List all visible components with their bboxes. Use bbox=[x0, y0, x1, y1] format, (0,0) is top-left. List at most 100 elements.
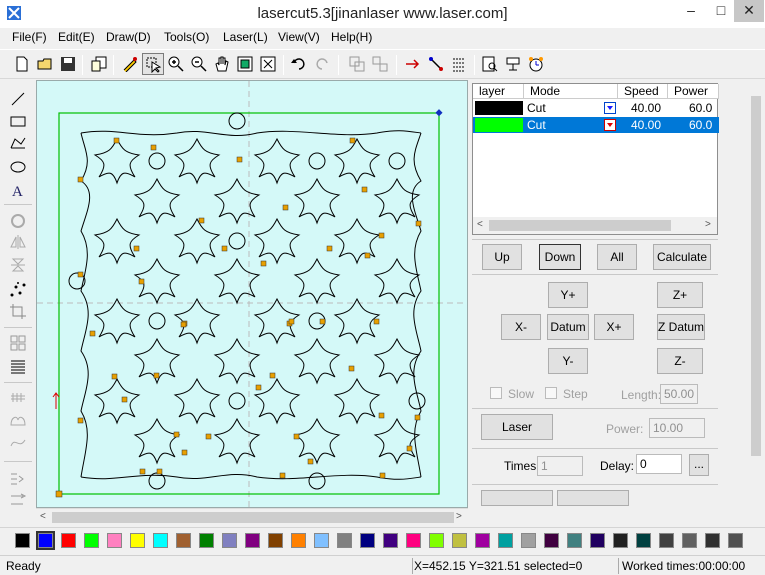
zoom-page-icon[interactable] bbox=[234, 53, 256, 75]
delay-field[interactable]: 0 bbox=[636, 454, 682, 474]
menu-laser[interactable]: Laser(L) bbox=[223, 30, 268, 44]
rotate-icon[interactable] bbox=[9, 211, 27, 229]
power-field[interactable]: 10.00 bbox=[649, 418, 705, 438]
palette-color-swatch[interactable] bbox=[590, 533, 605, 548]
zoom-fit-icon[interactable] bbox=[257, 53, 279, 75]
col-layer[interactable]: layer bbox=[473, 84, 524, 99]
panel-scroll-thumb[interactable] bbox=[751, 96, 761, 456]
close-button[interactable]: ✕ bbox=[734, 0, 764, 22]
z-datum-button[interactable]: Z Datum bbox=[657, 314, 705, 340]
drawing-canvas[interactable] bbox=[36, 80, 468, 508]
import-icon[interactable] bbox=[88, 53, 110, 75]
up-button[interactable]: Up bbox=[482, 244, 522, 270]
menu-edit[interactable]: Edit(E) bbox=[58, 30, 95, 44]
x-plus-button[interactable]: X+ bbox=[594, 314, 634, 340]
menu-help[interactable]: Help(H) bbox=[331, 30, 372, 44]
menu-draw[interactable]: Draw(D) bbox=[106, 30, 151, 44]
palette-color-swatch[interactable] bbox=[130, 533, 145, 548]
laser-button[interactable]: Laser bbox=[481, 414, 553, 440]
curve-icon[interactable] bbox=[9, 434, 27, 452]
text-icon[interactable]: A bbox=[9, 181, 27, 199]
palette-color-swatch[interactable] bbox=[337, 533, 352, 548]
array-icon[interactable] bbox=[448, 53, 470, 75]
palette-color-swatch[interactable] bbox=[659, 533, 674, 548]
mirror-h-icon[interactable] bbox=[9, 233, 27, 251]
layer-scroll-thumb[interactable] bbox=[489, 220, 671, 231]
z-minus-button[interactable]: Z- bbox=[657, 348, 703, 374]
palette-color-swatch[interactable] bbox=[107, 533, 122, 548]
z-plus-button[interactable]: Z+ bbox=[657, 282, 703, 308]
calculate-button[interactable]: Calculate bbox=[653, 244, 711, 270]
all-button[interactable]: All bbox=[597, 244, 637, 270]
palette-color-swatch[interactable] bbox=[15, 533, 30, 548]
laser-path-icon[interactable] bbox=[402, 53, 424, 75]
palette-color-swatch[interactable] bbox=[61, 533, 76, 548]
polyline-icon[interactable] bbox=[9, 134, 27, 152]
canvas-horizontal-scrollbar[interactable]: < > bbox=[36, 508, 468, 525]
palette-color-swatch[interactable] bbox=[291, 533, 306, 548]
laser-head-icon[interactable] bbox=[502, 53, 524, 75]
size-icon[interactable] bbox=[9, 492, 27, 510]
palette-color-swatch[interactable] bbox=[84, 533, 99, 548]
hatch-icon[interactable] bbox=[9, 389, 27, 407]
palette-color-swatch[interactable] bbox=[613, 533, 628, 548]
slow-checkbox[interactable] bbox=[490, 387, 502, 399]
times-field[interactable]: 1 bbox=[537, 456, 583, 476]
palette-color-swatch[interactable] bbox=[544, 533, 559, 548]
palette-color-swatch[interactable] bbox=[406, 533, 421, 548]
palette-color-swatch[interactable] bbox=[268, 533, 283, 548]
timer-icon[interactable] bbox=[525, 53, 547, 75]
open-folder-icon[interactable] bbox=[34, 53, 56, 75]
stop-button[interactable] bbox=[557, 490, 629, 506]
y-minus-button[interactable]: Y- bbox=[548, 348, 588, 374]
scroll-left-arrow[interactable]: < bbox=[40, 511, 46, 522]
palette-color-swatch[interactable] bbox=[222, 533, 237, 548]
layer-scroll-left[interactable]: < bbox=[477, 219, 483, 230]
down-button[interactable]: Down bbox=[539, 244, 581, 270]
layer-row[interactable]: Cut 40.00 60.0 bbox=[473, 100, 719, 116]
pan-hand-icon[interactable] bbox=[211, 53, 233, 75]
align-icon[interactable] bbox=[9, 334, 27, 352]
x-minus-button[interactable]: X- bbox=[501, 314, 541, 340]
layer-list[interactable]: layer Mode Speed Power Cut 40.00 60.0 Cu… bbox=[472, 83, 719, 235]
mode-dropdown-icon[interactable] bbox=[604, 102, 616, 114]
select-icon[interactable] bbox=[142, 53, 164, 75]
distribute-icon[interactable] bbox=[9, 358, 27, 376]
col-speed[interactable]: Speed bbox=[618, 84, 668, 99]
step-checkbox[interactable] bbox=[545, 387, 557, 399]
palette-color-swatch[interactable] bbox=[521, 533, 536, 548]
panel-vertical-scrollbar[interactable] bbox=[748, 80, 764, 500]
maximize-button[interactable]: □ bbox=[706, 0, 736, 22]
layer-row[interactable]: Cut 40.00 60.0 bbox=[473, 117, 719, 133]
palette-color-swatch[interactable] bbox=[682, 533, 697, 548]
scroll-right-arrow[interactable]: > bbox=[456, 511, 462, 522]
redo-icon[interactable] bbox=[311, 53, 333, 75]
palette-color-swatch[interactable] bbox=[475, 533, 490, 548]
layer-list-scrollbar[interactable]: < > bbox=[473, 217, 717, 234]
line-icon[interactable] bbox=[9, 90, 27, 108]
delay-more-button[interactable]: ... bbox=[689, 454, 709, 476]
zoom-out-icon[interactable] bbox=[188, 53, 210, 75]
palette-color-swatch[interactable] bbox=[314, 533, 329, 548]
y-plus-button[interactable]: Y+ bbox=[548, 282, 588, 308]
layer-scroll-right[interactable]: > bbox=[705, 219, 711, 230]
new-file-icon[interactable] bbox=[11, 53, 33, 75]
path-order-icon[interactable] bbox=[425, 53, 447, 75]
palette-color-swatch[interactable] bbox=[429, 533, 444, 548]
ellipse-icon[interactable] bbox=[9, 158, 27, 176]
mirror-v-icon[interactable] bbox=[9, 256, 27, 274]
crop-icon[interactable] bbox=[9, 303, 27, 321]
palette-color-swatch[interactable] bbox=[636, 533, 651, 548]
node-edit-icon[interactable] bbox=[9, 281, 27, 299]
length-field[interactable]: 50.00 bbox=[660, 384, 698, 404]
zoom-in-icon[interactable] bbox=[165, 53, 187, 75]
rectangle-icon[interactable] bbox=[9, 112, 27, 130]
palette-color-swatch[interactable] bbox=[199, 533, 214, 548]
menu-file[interactable]: File(F) bbox=[12, 30, 47, 44]
start-button[interactable] bbox=[481, 490, 553, 506]
palette-color-swatch[interactable] bbox=[705, 533, 720, 548]
menu-view[interactable]: View(V) bbox=[278, 30, 320, 44]
palette-color-swatch[interactable] bbox=[36, 531, 55, 550]
group-icon[interactable] bbox=[346, 53, 368, 75]
preview-icon[interactable] bbox=[479, 53, 501, 75]
